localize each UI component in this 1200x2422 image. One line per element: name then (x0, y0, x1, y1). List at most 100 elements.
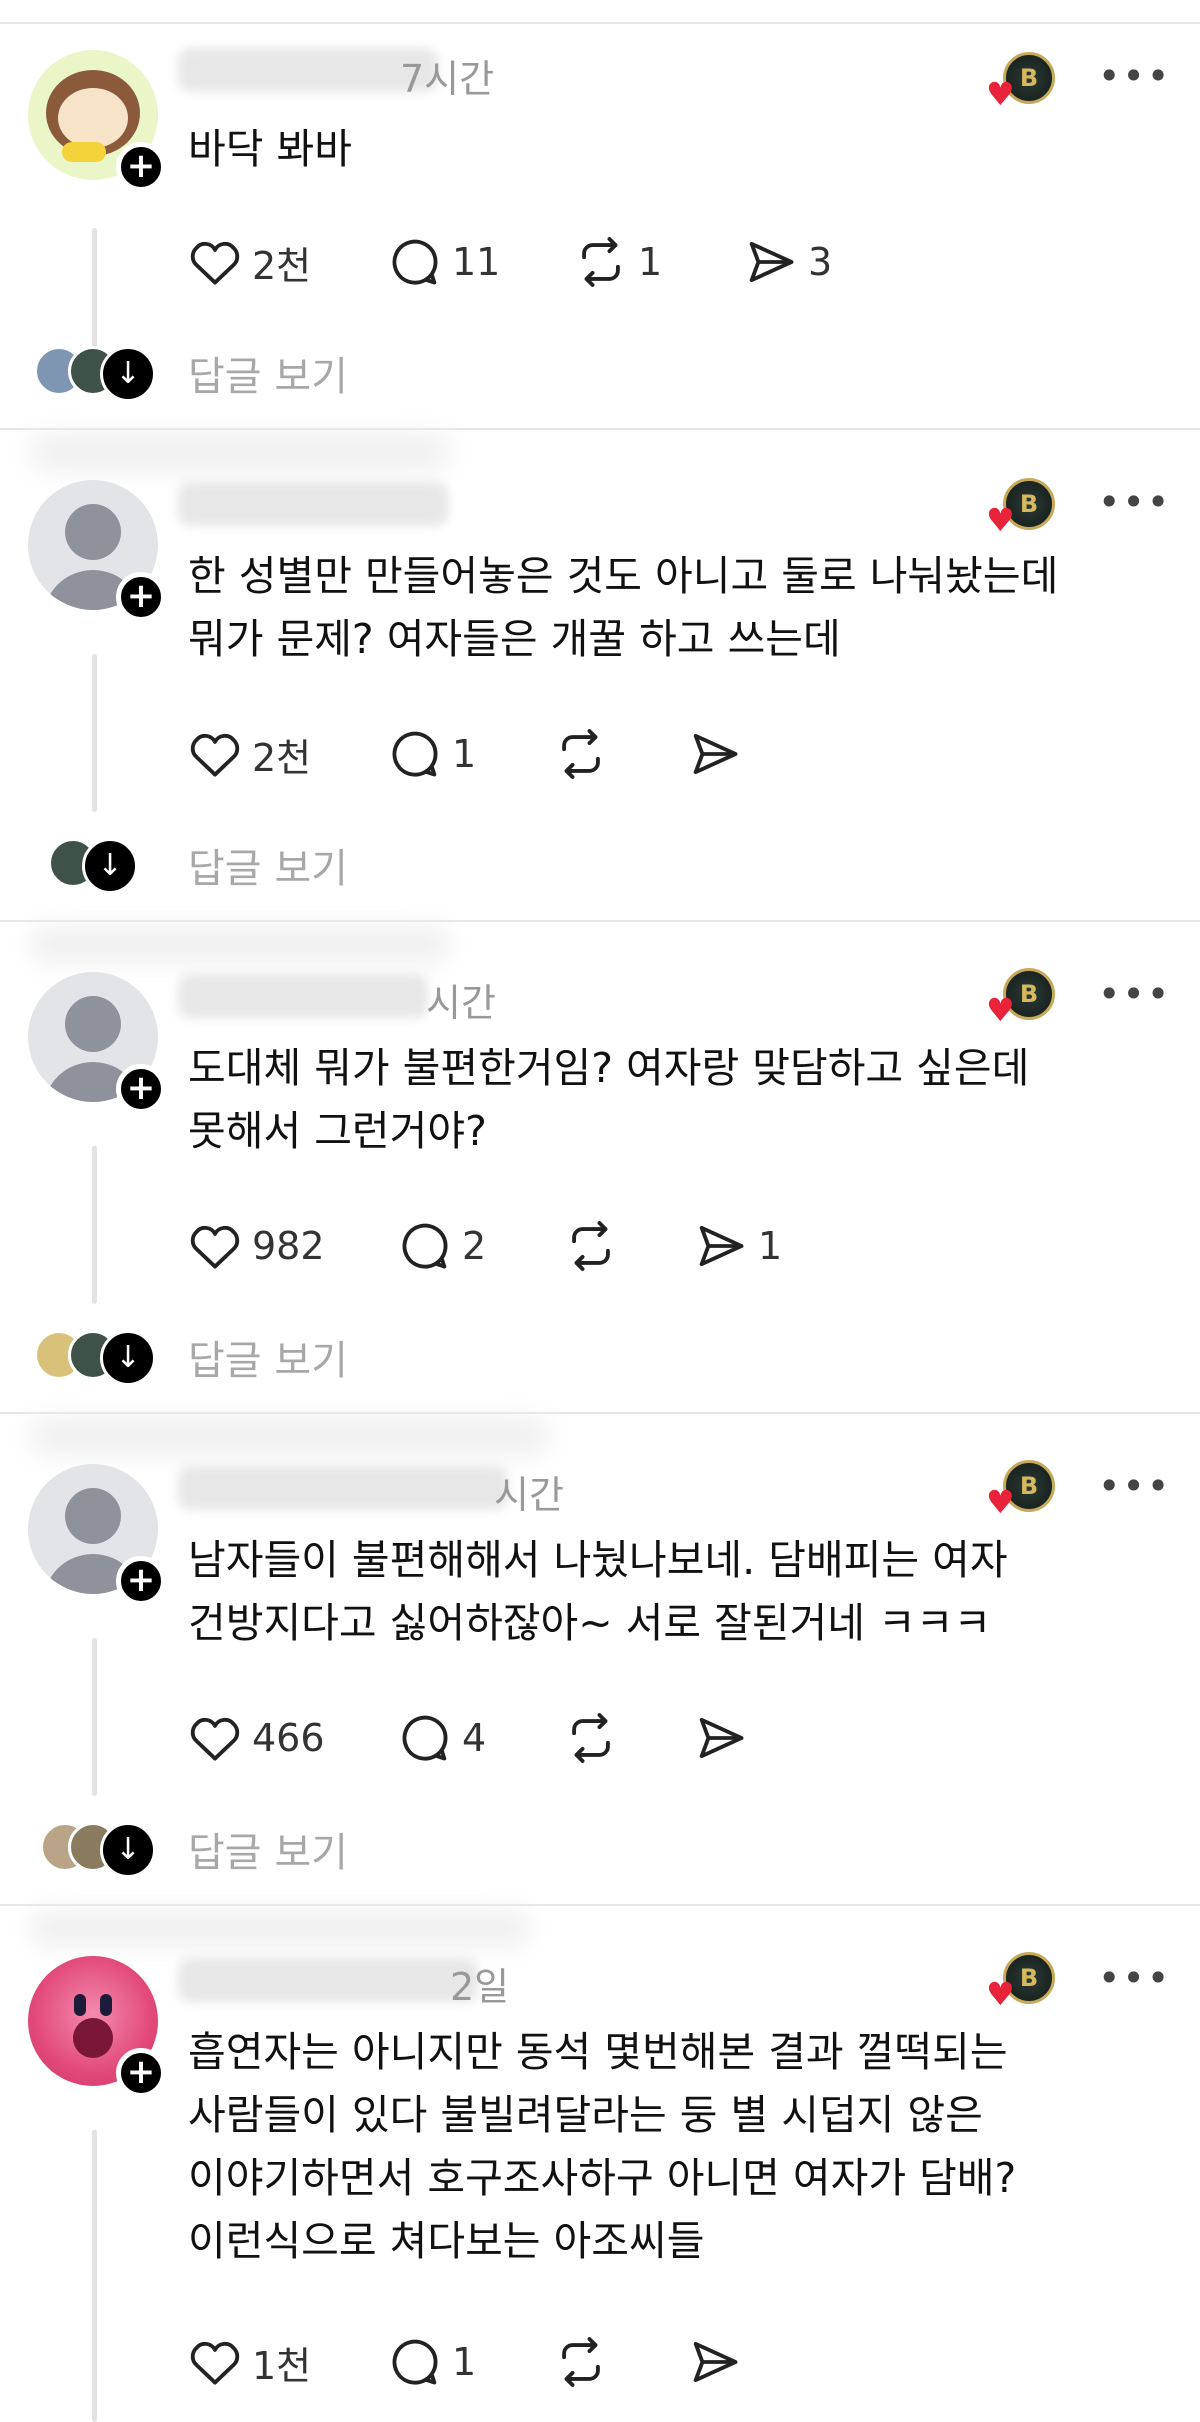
post-content: 도대체 뭐가 불편한거임? 여자랑 맞담하고 싶은데 못해서 그런거야? (188, 1037, 1088, 1163)
like-count: 982 (252, 1224, 325, 1268)
post-time: 2일 (450, 1965, 510, 2009)
heart-icon (190, 2341, 240, 2385)
repost-icon (562, 729, 600, 779)
repost-button[interactable] (552, 2332, 618, 2392)
view-replies-label[interactable]: 답글 보기 (188, 1328, 348, 1386)
comment-button[interactable]: 2 (396, 1216, 486, 1276)
view-replies-label[interactable]: 답글 보기 (188, 344, 348, 402)
arrow-down-icon[interactable]: ↓ (100, 346, 156, 402)
comment-button[interactable]: 11 (386, 232, 500, 292)
post-line: 이런식으로 쳐다보는 아조씨들 (188, 2217, 705, 2265)
speech-bubble-icon (392, 731, 438, 777)
comment-button[interactable]: 4 (396, 1708, 486, 1768)
arrow-down-icon[interactable]: ↓ (100, 1822, 156, 1878)
more-options-icon[interactable]: ••• (1098, 975, 1169, 1013)
post-line: 사람들이 있다 불빌려달라는 둥 별 시덥지 않은 (188, 2091, 983, 2139)
paper-plane-icon (699, 1717, 744, 1759)
heart-badge-icon: ♥ (986, 1975, 1015, 2013)
like-button[interactable]: 2천 (186, 232, 311, 292)
paper-plane-icon (749, 241, 794, 283)
post-actions: 982 2 1 (186, 1216, 1086, 1276)
blurred-area (30, 432, 450, 472)
paper-plane-icon (693, 733, 738, 775)
more-options-icon[interactable]: ••• (1098, 57, 1169, 95)
speech-bubble-icon (392, 2339, 438, 2385)
like-button[interactable]: 982 (186, 1216, 325, 1276)
like-button[interactable]: 1천 (186, 2332, 311, 2392)
more-options-icon[interactable]: ••• (1098, 1467, 1169, 1505)
post-divider (0, 1412, 1200, 1414)
view-replies-label[interactable]: 답글 보기 (188, 836, 348, 894)
repost-button[interactable] (552, 724, 618, 784)
speech-bubble-icon (392, 239, 438, 285)
share-count: 1 (758, 1224, 783, 1268)
comment-button[interactable]: 1 (386, 2332, 476, 2392)
repost-button[interactable] (562, 1216, 628, 1276)
thread-line (92, 1146, 97, 1304)
username-blurred[interactable] (178, 48, 438, 92)
like-count: 1천 (252, 2343, 312, 2388)
follow-plus-icon[interactable]: + (116, 572, 166, 622)
repost-icon (562, 2337, 600, 2387)
post-content: 바닥 봐바 (188, 118, 1088, 181)
share-count: 3 (808, 240, 833, 284)
blurred-area (30, 924, 450, 964)
post-time: 7시간 (400, 57, 495, 101)
view-replies[interactable]: ↓ 답글 보기 (34, 346, 634, 402)
repost-button[interactable] (562, 1708, 628, 1768)
view-replies-label[interactable]: 답글 보기 (188, 1820, 348, 1878)
share-button[interactable] (692, 1708, 758, 1768)
heart-badge-icon: ♥ (986, 991, 1015, 1029)
paper-plane-icon (693, 2341, 738, 2383)
like-count: 466 (252, 1716, 325, 1760)
repost-icon (572, 1713, 610, 1763)
username-blurred[interactable] (178, 1958, 478, 2002)
follow-plus-icon[interactable]: + (116, 2048, 166, 2098)
post-line: 한 성별만 만들어놓은 것도 아니고 둘로 나눠놨는데 (188, 552, 1059, 600)
comment-count: 2 (462, 1224, 487, 1268)
share-button[interactable] (686, 2332, 752, 2392)
username-blurred[interactable] (178, 974, 428, 1018)
thread-line (92, 228, 97, 353)
view-replies[interactable]: ↓ 답글 보기 (34, 1330, 634, 1386)
heart-badge-icon: ♥ (986, 501, 1015, 539)
post-time: 시간 (494, 1473, 564, 1517)
arrow-down-icon[interactable]: ↓ (100, 1330, 156, 1386)
more-options-icon[interactable]: ••• (1098, 483, 1169, 521)
like-button[interactable]: 466 (186, 1708, 325, 1768)
follow-plus-icon[interactable]: + (116, 1556, 166, 1606)
post-divider (0, 920, 1200, 922)
post-content: 흡연자는 아니지만 동석 몇번해본 결과 껄떡되는 사람들이 있다 불빌려달라는… (188, 2021, 1088, 2273)
post-time: 시간 (426, 981, 496, 1025)
more-options-icon[interactable]: ••• (1098, 1959, 1169, 1997)
share-button[interactable]: 3 (742, 232, 832, 292)
share-button[interactable]: 1 (692, 1216, 782, 1276)
like-button[interactable]: 2천 (186, 724, 311, 784)
follow-plus-icon[interactable]: + (116, 1064, 166, 1114)
username-blurred[interactable] (178, 1466, 508, 1510)
heart-icon (190, 1717, 240, 1761)
post-line: 이야기하면서 호구조사하구 아니면 여자가 담배? (188, 2154, 1017, 2202)
thread-line (92, 1638, 97, 1796)
comment-button[interactable]: 1 (386, 724, 476, 784)
view-replies[interactable]: ↓ 답글 보기 (34, 1822, 634, 1878)
post-content: 한 성별만 만들어놓은 것도 아니고 둘로 나눠놨는데 뭐가 문제? 여자들은 … (188, 545, 1088, 671)
post-content: 남자들이 불편해해서 나눴나보네. 담배피는 여자 건방지다고 싫어하잖아~ 서… (188, 1529, 1088, 1655)
username-blurred[interactable] (178, 482, 448, 526)
speech-bubble-icon (402, 1715, 448, 1761)
repost-count: 1 (638, 240, 663, 284)
post-line: 바닥 봐바 (188, 125, 352, 173)
arrow-down-icon[interactable]: ↓ (82, 838, 138, 894)
comment-count: 11 (452, 240, 501, 284)
post-line: 건방지다고 싫어하잖아~ 서로 잘된거네 ㅋㅋㅋ (188, 1599, 992, 1647)
top-divider (0, 22, 1200, 24)
heart-icon (190, 241, 240, 285)
follow-plus-icon[interactable]: + (116, 142, 166, 192)
repost-button[interactable]: 1 (572, 232, 662, 292)
view-replies[interactable]: ↓ 답글 보기 (34, 838, 634, 894)
comment-count: 1 (452, 2340, 477, 2384)
heart-badge-icon: ♥ (986, 75, 1015, 113)
thread-line (92, 654, 97, 812)
comment-count: 4 (462, 1716, 487, 1760)
share-button[interactable] (686, 724, 752, 784)
